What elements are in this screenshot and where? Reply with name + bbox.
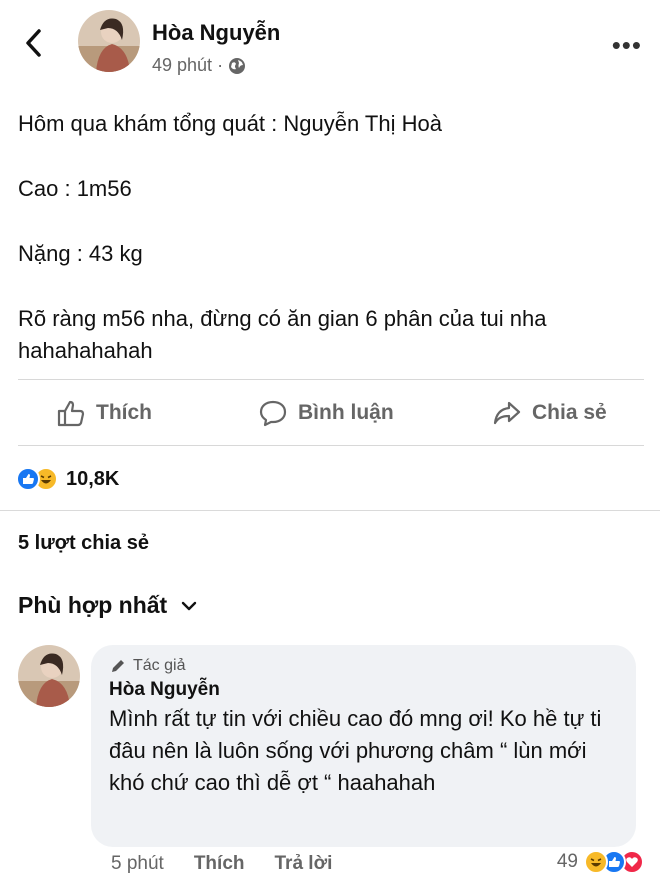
comment-reaction-count: 49 [556,851,578,872]
comment-footer: 5 phút Thích Trả lời [111,853,332,875]
post-paragraph: Cao : 1m56 [18,176,132,201]
comment-time: 5 phút [111,853,164,874]
author-badge: Tác giả [109,657,618,675]
comment-author-name[interactable]: Hòa Nguyễn [109,679,618,701]
divider [18,379,644,380]
comment-reply-button[interactable]: Trả lời [275,853,333,875]
globe-icon [229,57,246,74]
comment-sort-dropdown[interactable]: Phù hợp nhất [18,592,197,619]
share-button[interactable]: Chia sẻ [492,382,607,444]
comment-label: Bình luận [298,401,394,424]
meta-separator: · [217,55,224,75]
more-options-button[interactable]: ••• [612,30,642,61]
post-meta: 49 phút · [152,55,246,76]
haha-reaction-icon [584,850,608,874]
like-button[interactable]: Thích [56,382,152,444]
comment-reaction-summary[interactable]: 49 [557,850,644,874]
post-body: Hôm qua khám tổng quát : Nguyễn Thị Hoà … [18,108,638,367]
reaction-summary[interactable]: 10,8K [16,462,119,496]
comment-button[interactable]: Bình luận [258,382,394,444]
divider [0,510,660,511]
author-avatar[interactable] [78,10,140,72]
reaction-count: 10,8K [66,467,120,490]
like-label: Thích [96,401,152,424]
author-badge-label: Tác giả [133,657,186,674]
comment-icon [259,400,287,427]
chevron-down-icon [182,601,197,610]
comment-text: Mình rất tự tin với chiều cao đó mng ơi!… [109,706,602,795]
commenter-avatar[interactable] [18,645,80,707]
back-button[interactable] [18,26,50,60]
post-header: Hòa Nguyễn 49 phút · ••• [0,0,660,90]
chevron-left-icon [26,29,41,57]
share-count[interactable]: 5 lượt chia sẻ [18,532,149,555]
share-label: Chia sẻ [532,401,607,424]
post-time[interactable]: 49 phút [152,55,212,76]
action-bar: Thích Bình luận Chia sẻ [0,382,660,444]
like-reaction-icon [16,467,40,491]
post-paragraph: Hôm qua khám tổng quát : Nguyễn Thị Hoà [18,111,442,136]
thumbs-up-icon [57,400,85,427]
divider [18,445,644,446]
post-paragraph: Nặng : 43 kg [18,241,143,266]
sort-label: Phù hợp nhất [18,592,168,618]
share-icon [493,401,521,425]
post-author-name[interactable]: Hòa Nguyễn [152,20,280,46]
pencil-icon [112,660,124,672]
post-paragraph: Rõ ràng m56 nha, đừng có ăn gian 6 phân … [18,306,547,363]
comment-like-button[interactable]: Thích [194,853,245,875]
comment-bubble[interactable]: Tác giả Hòa Nguyễn Mình rất tự tin với c… [91,645,636,847]
